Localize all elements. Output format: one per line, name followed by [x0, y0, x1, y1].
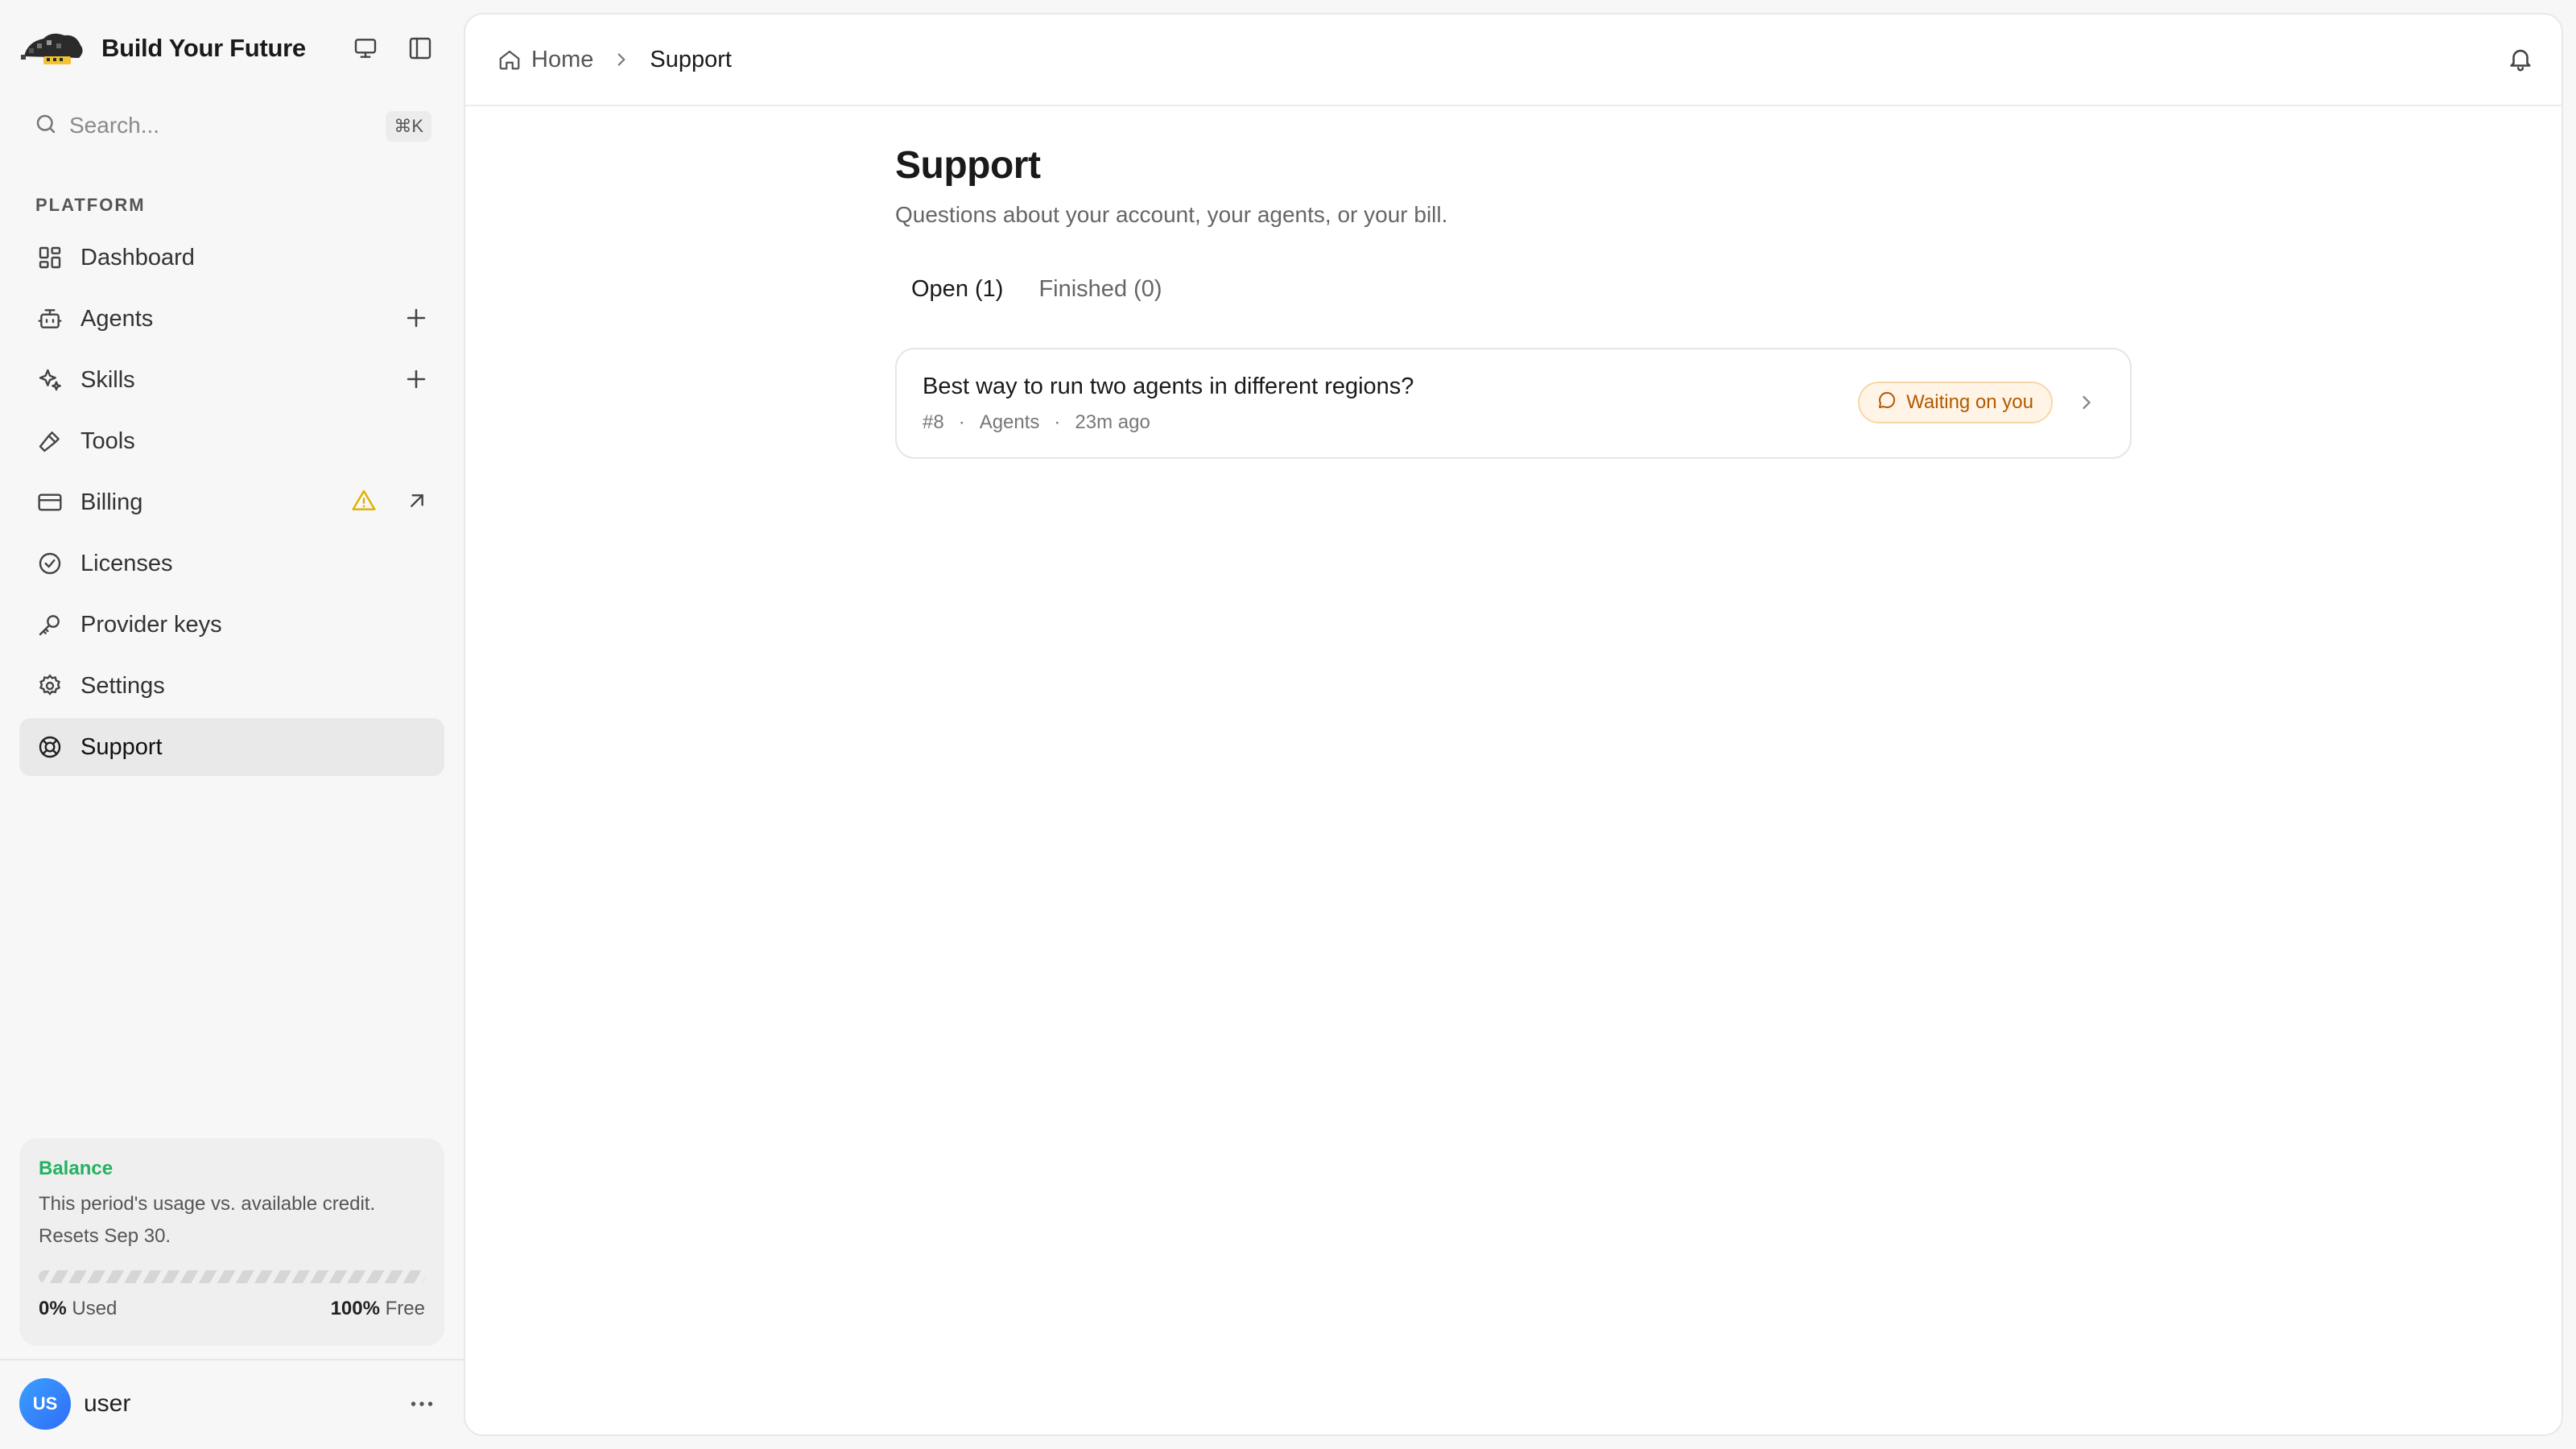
sparkle-icon [35, 365, 64, 394]
credit-card-icon [35, 488, 64, 517]
lifebuoy-icon [35, 733, 64, 762]
sidebar-toggle-icon[interactable] [406, 34, 435, 63]
sidebar-item-agents[interactable]: Agents [19, 290, 444, 348]
user-name: user [84, 1390, 131, 1417]
gear-icon [35, 671, 64, 700]
sidebar-nav: Dashboard Agents Skills Tools Billing Li… [19, 229, 444, 779]
tab-open[interactable]: Open (1) [911, 276, 1003, 303]
ticket-time: 23m ago [1075, 411, 1150, 433]
sidebar-item-settings[interactable]: Settings [19, 657, 444, 715]
search-shortcut-badge: ⌘K [386, 111, 431, 142]
add-skill-plus-icon[interactable] [402, 365, 430, 397]
add-agent-plus-icon[interactable] [402, 304, 430, 336]
status-badge-label: Waiting on you [1906, 391, 2033, 413]
status-badge: Waiting on you [1858, 382, 2053, 423]
ticket-row[interactable]: Best way to run two agents in different … [895, 348, 2132, 459]
sidebar-item-billing[interactable]: Billing [19, 473, 444, 531]
chevron-right-icon[interactable] [2075, 391, 2098, 418]
more-options-icon[interactable] [407, 1389, 436, 1422]
external-arrow-icon[interactable] [404, 488, 430, 518]
nav-section-label: PLATFORM [35, 195, 146, 215]
support-content: Support Questions about your account, yo… [895, 143, 2135, 459]
sidebar-item-label: Provider keys [80, 611, 222, 638]
ticket-tabs: Open (1) Finished (0) [911, 276, 2135, 303]
brand-title: Build Your Future [101, 34, 306, 62]
balance-title: Balance [39, 1158, 114, 1179]
sidebar-item-label: Skills [80, 366, 135, 393]
dashboard-icon [35, 243, 64, 272]
user-menu[interactable]: US user [19, 1378, 444, 1430]
sidebar-item-label: Billing [80, 489, 143, 515]
search-input[interactable] [69, 113, 359, 138]
balance-description: This period's usage vs. available credit… [39, 1193, 376, 1247]
page-title: Support [895, 144, 1041, 187]
breadcrumb-current: Support [650, 46, 732, 72]
main-panel: Home Support Support Questions about you… [464, 13, 2563, 1436]
warning-icon [351, 488, 377, 518]
sidebar-item-dashboard[interactable]: Dashboard [19, 229, 444, 287]
sidebar-divider [0, 1359, 464, 1360]
sidebar-item-support[interactable]: Support [19, 718, 444, 776]
sidebar-item-label: Dashboard [80, 244, 195, 270]
sidebar: Build Your Future ⌘K PLATFORM [0, 0, 464, 1449]
chat-bubble-icon [1877, 390, 1897, 415]
search-box[interactable]: ⌘K [19, 103, 431, 148]
meta-separator: · [1054, 411, 1061, 433]
desktop-icon[interactable] [351, 34, 380, 63]
check-badge-icon [35, 549, 64, 578]
brand-header: Build Your Future [19, 23, 444, 74]
page-subtitle: Questions about your account, your agent… [895, 202, 1448, 227]
sidebar-item-skills[interactable]: Skills [19, 351, 444, 409]
home-icon[interactable] [497, 47, 522, 72]
hammer-icon [35, 427, 64, 456]
sidebar-item-label: Licenses [80, 550, 173, 576]
sidebar-item-label: Tools [80, 427, 135, 454]
sidebar-item-label: Agents [80, 305, 154, 332]
sidebar-item-tools[interactable]: Tools [19, 412, 444, 470]
ticket-id: #8 [923, 411, 944, 433]
balance-progress-bar [39, 1270, 425, 1283]
search-icon [34, 112, 58, 140]
meta-separator: · [958, 411, 965, 433]
sidebar-item-label: Settings [80, 672, 165, 699]
top-bar: Home Support [465, 14, 2562, 106]
brand-logo-icon[interactable] [19, 24, 87, 72]
balance-used: 0% Used [39, 1298, 118, 1319]
bell-icon[interactable] [2507, 45, 2534, 76]
breadcrumb-home[interactable]: Home [531, 47, 593, 73]
avatar[interactable]: US [19, 1378, 71, 1430]
balance-card: Balance This period's usage vs. availabl… [19, 1138, 444, 1346]
ticket-category: Agents [979, 411, 1040, 433]
key-icon [35, 610, 64, 639]
sidebar-item-licenses[interactable]: Licenses [19, 535, 444, 592]
robot-icon [35, 304, 64, 333]
tab-finished[interactable]: Finished (0) [1038, 276, 1162, 303]
sidebar-item-provider-keys[interactable]: Provider keys [19, 596, 444, 654]
breadcrumb: Home Support [497, 47, 732, 73]
chevron-right-icon [611, 49, 632, 70]
balance-free: 100% Free [330, 1298, 425, 1319]
sidebar-item-label: Support [80, 733, 163, 760]
